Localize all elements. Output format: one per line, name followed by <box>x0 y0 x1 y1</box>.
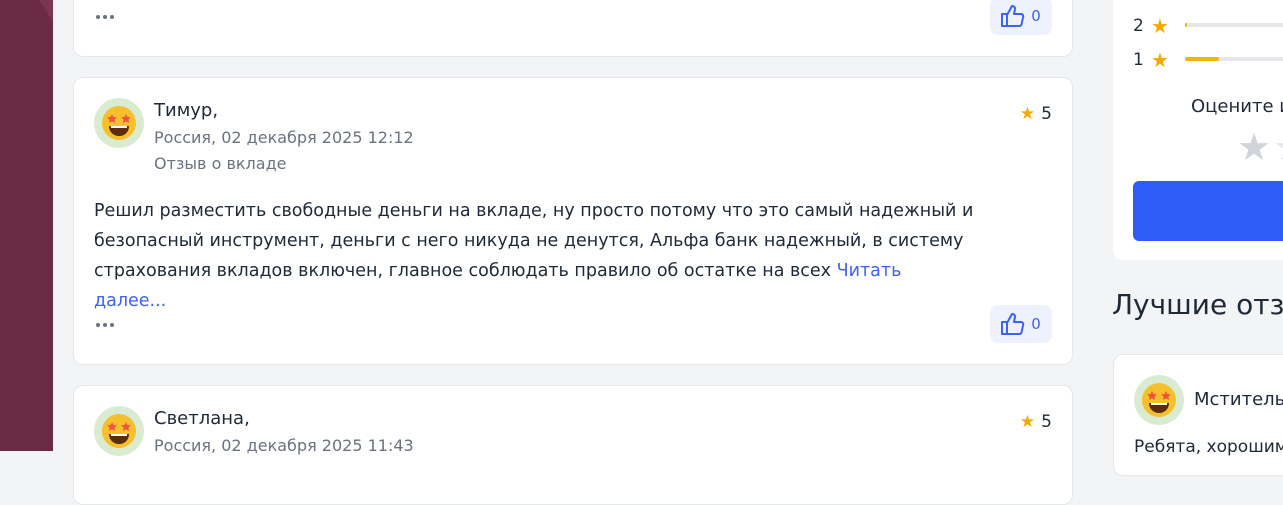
more-dots-icon[interactable] <box>96 13 122 21</box>
rate-prompt: Оцените и <box>1191 96 1283 117</box>
review-rating: ★ 5 <box>1020 104 1052 124</box>
thumbs-up-icon <box>1001 313 1025 335</box>
avatar <box>94 98 144 148</box>
best-review-text: Ребята, хорошим <box>1134 437 1283 457</box>
rating-bar <box>1185 57 1283 61</box>
rating-row-stars: 1 <box>1133 50 1144 70</box>
like-button[interactable]: 0 <box>990 0 1052 35</box>
more-dots-icon[interactable] <box>96 321 122 329</box>
rating-bar-fill <box>1185 23 1188 27</box>
like-button[interactable]: 0 <box>990 305 1052 343</box>
star-icon: ★ <box>1151 48 1169 72</box>
star-struck-emoji-icon <box>102 414 136 448</box>
rating-summary-card: 2 ★ 1 ★ Оцените и ★ ★ Д <box>1113 0 1283 260</box>
rating-row-stars: 2 <box>1133 16 1144 36</box>
like-count: 0 <box>1031 315 1041 333</box>
review-meta: Россия, 02 декабря 2025 11:43 <box>154 436 414 455</box>
rating-bar <box>1185 23 1283 27</box>
best-review-author: Мститель, <box>1194 389 1283 410</box>
like-count: 0 <box>1031 7 1041 25</box>
rating-row: 1 ★ <box>1133 48 1169 72</box>
star-icon[interactable]: ★ <box>1237 125 1271 169</box>
review-meta: Россия, 02 декабря 2025 12:12 <box>154 128 414 147</box>
submit-review-button[interactable]: Д <box>1133 181 1283 241</box>
thumbs-up-icon <box>1001 5 1025 27</box>
avatar <box>94 406 144 456</box>
star-icon: ★ <box>1151 14 1169 38</box>
star-struck-emoji-icon <box>102 106 136 140</box>
rating-value: 5 <box>1041 104 1052 124</box>
review-rating: ★ 5 <box>1020 412 1052 432</box>
avatar <box>1134 375 1184 425</box>
review-card: Светлана, Россия, 02 декабря 2025 11:43 … <box>73 385 1073 505</box>
star-icon[interactable]: ★ <box>1273 125 1283 169</box>
best-review-card[interactable]: Мститель, Ребята, хорошим <box>1113 354 1283 476</box>
best-reviews-title: Лучшие отзы <box>1112 288 1283 321</box>
review-category: Отзыв о вкладе <box>154 154 287 173</box>
star-icon: ★ <box>1019 104 1036 124</box>
rating-bar-fill <box>1185 57 1219 61</box>
left-decor-bar <box>0 0 53 451</box>
star-icon: ★ <box>1019 412 1036 432</box>
star-struck-emoji-icon <box>1142 383 1176 417</box>
review-text: Решил разместить свободные деньги на вкл… <box>94 196 974 316</box>
rating-value: 5 <box>1041 412 1052 432</box>
rating-row: 2 ★ <box>1133 14 1169 38</box>
review-card: Тимур, Россия, 02 декабря 2025 12:12 Отз… <box>73 77 1073 365</box>
review-author: Тимур, <box>154 100 219 121</box>
review-author: Светлана, <box>154 408 250 429</box>
review-card: 0 <box>73 0 1073 57</box>
